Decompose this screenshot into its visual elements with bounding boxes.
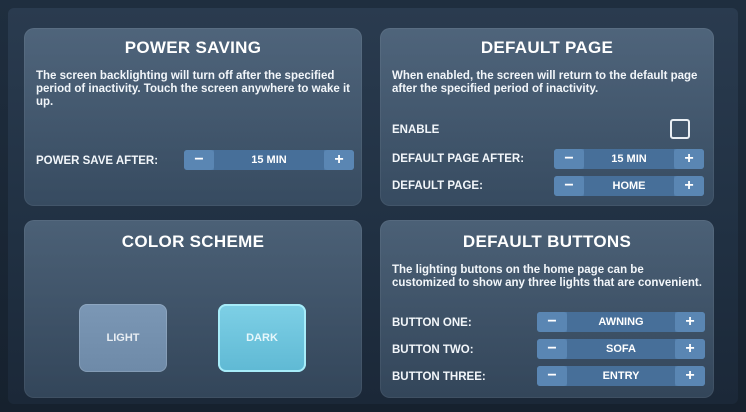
default-page-after-minus-button[interactable]: − <box>554 149 584 169</box>
default-page-after-stepper: − 15 MIN + <box>554 149 704 169</box>
default-page-description: When enabled, the screen will return to … <box>392 70 698 95</box>
default-page-plus-button[interactable]: + <box>674 176 704 196</box>
default-page-after-plus-button[interactable]: + <box>674 149 704 169</box>
button-three-minus-button[interactable]: − <box>537 366 567 386</box>
button-two-plus-button[interactable]: + <box>675 339 705 359</box>
default-page-label: DEFAULT PAGE: <box>392 180 483 192</box>
button-three-label: BUTTON THREE: <box>392 371 486 383</box>
power-saving-description: The screen backlighting will turn off af… <box>36 70 350 108</box>
default-page-stepper: − HOME + <box>554 176 704 196</box>
button-one-value: AWNING <box>567 312 675 332</box>
button-three-value: ENTRY <box>567 366 675 386</box>
default-page-title: DEFAULT PAGE <box>480 38 614 57</box>
button-three-stepper: − ENTRY + <box>537 366 705 386</box>
button-two-minus-button[interactable]: − <box>537 339 567 359</box>
color-scheme-panel: COLOR SCHEME LIGHT DARK <box>24 220 362 398</box>
default-buttons-title: DEFAULT BUTTONS <box>462 232 632 251</box>
light-scheme-button[interactable]: LIGHT <box>79 304 167 372</box>
power-save-minus-button[interactable]: − <box>184 150 214 170</box>
default-page-value: HOME <box>584 176 674 196</box>
default-page-minus-button[interactable]: − <box>554 176 584 196</box>
dark-scheme-button[interactable]: DARK <box>218 304 306 372</box>
button-one-minus-button[interactable]: − <box>537 312 567 332</box>
power-save-plus-button[interactable]: + <box>324 150 354 170</box>
button-one-plus-button[interactable]: + <box>675 312 705 332</box>
button-two-value: SOFA <box>567 339 675 359</box>
default-page-panel: DEFAULT PAGE When enabled, the screen wi… <box>380 28 714 206</box>
power-save-after-stepper: − 15 MIN + <box>184 150 354 170</box>
button-two-label: BUTTON TWO: <box>392 344 474 356</box>
power-save-after-value: 15 MIN <box>214 150 324 170</box>
button-two-stepper: − SOFA + <box>537 339 705 359</box>
color-scheme-title: COLOR SCHEME <box>121 232 265 251</box>
power-save-after-label: POWER SAVE AFTER: <box>36 155 159 167</box>
default-page-after-value: 15 MIN <box>584 149 674 169</box>
enable-label: ENABLE <box>392 124 440 136</box>
power-saving-panel: POWER SAVING The screen backlighting wil… <box>24 28 362 206</box>
button-three-plus-button[interactable]: + <box>675 366 705 386</box>
default-page-after-label: DEFAULT PAGE AFTER: <box>392 153 525 165</box>
power-saving-title: POWER SAVING <box>124 38 262 57</box>
enable-checkbox[interactable] <box>670 119 690 139</box>
default-buttons-panel: DEFAULT BUTTONS The lighting buttons on … <box>380 220 714 398</box>
button-one-label: BUTTON ONE: <box>392 317 472 329</box>
button-one-stepper: − AWNING + <box>537 312 705 332</box>
default-buttons-description: The lighting buttons on the home page ca… <box>392 264 702 289</box>
